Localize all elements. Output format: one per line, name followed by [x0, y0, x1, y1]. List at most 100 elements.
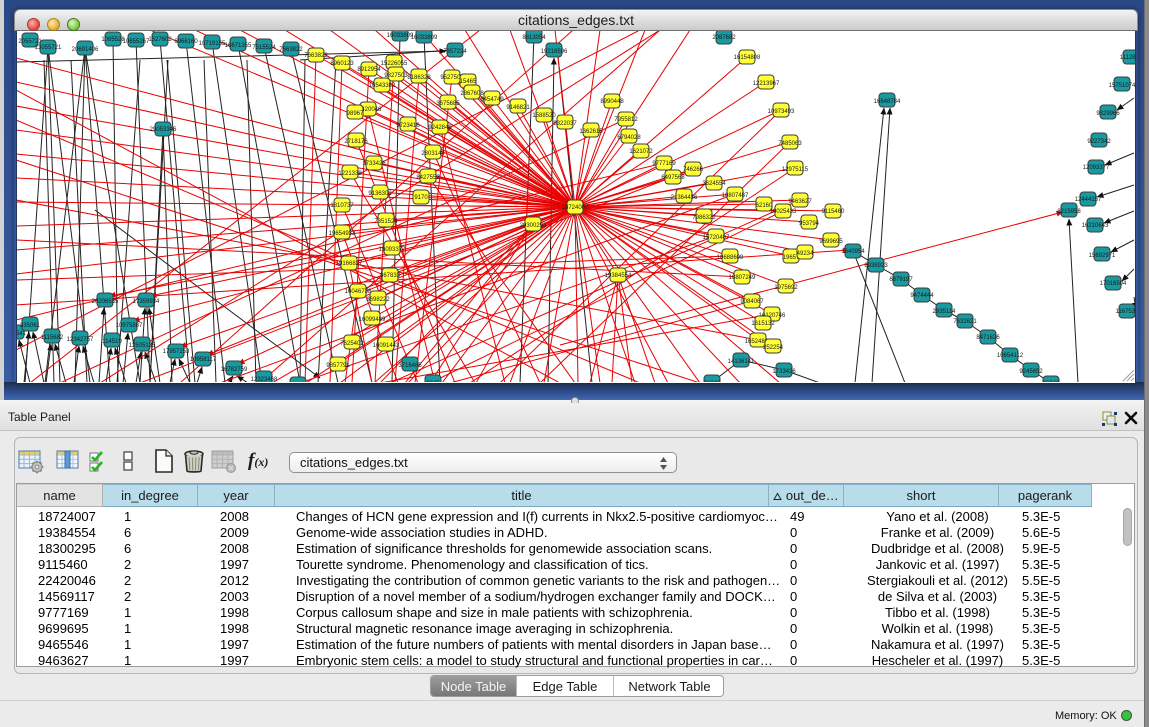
- svg-text:10958117: 10958117: [190, 357, 217, 363]
- svg-text:16648784: 16648784: [874, 99, 901, 105]
- svg-text:7986322: 7986322: [692, 215, 716, 221]
- svg-text:9245652: 9245652: [1019, 369, 1043, 375]
- svg-text:8215958: 8215958: [1057, 209, 1081, 215]
- svg-text:8912954: 8912954: [357, 67, 381, 73]
- svg-text:7625402: 7625402: [340, 341, 364, 347]
- svg-text:9227342: 9227342: [1087, 139, 1111, 145]
- svg-text:19166827: 19166827: [336, 261, 363, 267]
- svg-text:18724007: 18724007: [562, 205, 589, 211]
- svg-text:16091443: 16091443: [373, 343, 400, 349]
- svg-text:2718176: 2718176: [344, 139, 368, 145]
- svg-text:98967: 98967: [347, 111, 364, 117]
- svg-text:96340: 96340: [704, 381, 721, 382]
- svg-text:10719155: 10719155: [199, 41, 226, 47]
- svg-text:1621072: 1621072: [629, 149, 653, 155]
- svg-text:1640954: 1640954: [841, 249, 865, 255]
- svg-text:12323468: 12323468: [251, 377, 278, 382]
- svg-text:16099489: 16099489: [359, 317, 386, 323]
- svg-text:29300293: 29300293: [520, 223, 547, 229]
- svg-text:3675685: 3675685: [436, 101, 460, 107]
- svg-text:49234: 49234: [797, 251, 814, 257]
- svg-text:10973493: 10973493: [768, 109, 795, 115]
- svg-text:16671355: 16671355: [225, 43, 252, 49]
- svg-text:1221338: 1221338: [338, 171, 362, 177]
- svg-text:7351524: 7351524: [374, 219, 398, 225]
- svg-text:8698222: 8698222: [366, 297, 390, 303]
- svg-text:10025433: 10025433: [770, 209, 797, 215]
- svg-text:8938923: 8938923: [864, 263, 888, 269]
- svg-text:10807487: 10807487: [722, 193, 749, 199]
- svg-text:12093377: 12093377: [1083, 165, 1110, 171]
- svg-text:7663822: 7663822: [304, 53, 328, 59]
- svg-text:1115682: 1115682: [41, 335, 64, 341]
- svg-text:7357224: 7357224: [443, 49, 467, 55]
- svg-text:953794: 953794: [799, 221, 820, 227]
- svg-text:8427552: 8427552: [416, 175, 440, 181]
- svg-text:9777169: 9777169: [652, 161, 676, 167]
- svg-text:9245: 9245: [426, 381, 440, 382]
- svg-text:15226055: 15226055: [381, 61, 408, 67]
- svg-text:9699695: 9699695: [819, 239, 843, 245]
- svg-text:7955812: 7955812: [614, 117, 638, 123]
- svg-text:17359934: 17359934: [133, 299, 160, 305]
- svg-text:1112803: 1112803: [1120, 55, 1135, 61]
- svg-text:9329966: 9329966: [1096, 111, 1120, 117]
- svg-text:746266: 746266: [683, 167, 704, 173]
- svg-text:9115460: 9115460: [822, 209, 846, 215]
- svg-text:12975115: 12975115: [782, 167, 809, 173]
- svg-text:15465: 15465: [460, 79, 477, 85]
- svg-text:10975887: 10975887: [116, 323, 143, 329]
- svg-text:12213967: 12213967: [753, 81, 780, 87]
- svg-text:2803144: 2803144: [421, 151, 445, 157]
- svg-text:12505135: 12505135: [129, 343, 156, 349]
- svg-text:1362615: 1362615: [579, 129, 603, 135]
- svg-text:21364436: 21364436: [671, 195, 698, 201]
- svg-text:20206535: 20206535: [92, 299, 119, 305]
- svg-text:9242848: 9242848: [428, 125, 452, 131]
- svg-text:9474444: 9474444: [910, 293, 934, 299]
- svg-text:6966160: 6966160: [174, 39, 198, 45]
- svg-text:16033809: 16033809: [411, 35, 438, 41]
- svg-text:9170: 9170: [414, 195, 428, 201]
- svg-text:15751074: 15751074: [1109, 83, 1135, 89]
- svg-text:3716485: 3716485: [398, 363, 422, 369]
- svg-text:2087682: 2087682: [712, 35, 736, 41]
- svg-text:15720407: 15720407: [703, 235, 730, 241]
- svg-text:17016504: 17016504: [1100, 281, 1127, 287]
- svg-text:252254: 252254: [763, 345, 784, 351]
- svg-text:6497568: 6497568: [661, 175, 685, 181]
- svg-text:20691406: 20691406: [72, 47, 99, 53]
- svg-text:7485063: 7485063: [778, 141, 802, 147]
- svg-text:6879197: 6879197: [889, 277, 913, 283]
- svg-text:1527602: 1527602: [148, 37, 172, 43]
- svg-text:8322037: 8322037: [553, 121, 577, 127]
- svg-text:8471626: 8471626: [976, 335, 1000, 341]
- svg-text:8186328: 8186328: [407, 75, 431, 81]
- svg-text:114519: 114519: [102, 339, 122, 345]
- svg-text:9146821: 9146821: [506, 105, 530, 111]
- svg-text:17957253: 17957253: [163, 349, 190, 355]
- svg-text:9084067: 9084067: [740, 299, 764, 305]
- svg-text:1733426: 1733426: [362, 161, 386, 167]
- svg-text:19384554: 19384554: [605, 273, 632, 279]
- svg-text:16782759: 16782759: [221, 367, 248, 373]
- svg-text:9723416: 9723416: [396, 123, 420, 129]
- svg-text:7663822: 7663822: [279, 47, 303, 53]
- svg-text:14136141: 14136141: [728, 359, 755, 365]
- svg-text:9136302: 9136302: [368, 191, 392, 197]
- svg-text:29053346: 29053346: [150, 127, 177, 133]
- svg-text:16046738: 16046738: [345, 289, 372, 295]
- svg-text:9857791: 9857791: [326, 363, 350, 369]
- svg-text:8990448: 8990448: [600, 99, 624, 105]
- svg-text:10655267: 10655267: [123, 39, 150, 45]
- svg-text:1810737: 1810737: [330, 203, 354, 209]
- svg-text:18807249: 18807249: [729, 275, 756, 281]
- svg-text:7632621: 7632621: [953, 319, 977, 325]
- svg-text:8454749: 8454749: [480, 97, 504, 103]
- svg-text:9463627: 9463627: [788, 199, 812, 205]
- svg-text:3624554: 3624554: [702, 181, 726, 187]
- svg-text:10654112: 10654112: [997, 353, 1024, 359]
- svg-text:8813054: 8813054: [522, 35, 546, 41]
- svg-text:15692971: 15692971: [1089, 253, 1116, 259]
- svg-text:12444157: 12444157: [1075, 197, 1102, 203]
